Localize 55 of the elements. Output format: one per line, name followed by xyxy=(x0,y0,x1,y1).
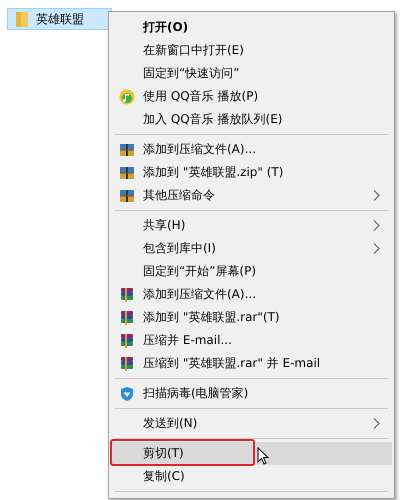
chevron-icon xyxy=(373,220,380,231)
menu-item-label: 添加到压缩文件(A)... xyxy=(143,141,256,158)
menu-item-label: 压缩到 "英雄联盟.rar" 并 E-mail xyxy=(143,355,320,372)
menu-item[interactable]: 其他压缩命令 xyxy=(111,184,392,207)
menu-item-label: 剪切(T) xyxy=(143,445,184,462)
menu-item[interactable]: 发送到(N) xyxy=(111,412,392,435)
archive-icon xyxy=(119,142,135,158)
menu-item-label: 共享(H) xyxy=(143,217,186,234)
menu-item[interactable]: 包含到库中(I) xyxy=(111,237,392,260)
menu-item[interactable]: 添加到压缩文件(A)... xyxy=(111,283,392,306)
menu-item-label: 复制(C) xyxy=(143,468,185,485)
books-stack-icon xyxy=(119,356,135,372)
menu-item-label: 添加到 "英雄联盟.zip" (T) xyxy=(143,164,284,181)
menu-item-label: 包含到库中(I) xyxy=(143,240,216,257)
menu-item[interactable]: 添加到 "英雄联盟.zip" (T) xyxy=(111,161,392,184)
menu-item[interactable]: 压缩到 "英雄联盟.rar" 并 E-mail xyxy=(111,352,392,375)
menu-item[interactable]: 添加到压缩文件(A)... xyxy=(111,138,392,161)
menu-item-label: 扫描病毒(电脑管家) xyxy=(143,385,248,402)
menu-item-label: 加入 QQ音乐 播放队列(E) xyxy=(143,111,282,128)
menu-item-label: 其他压缩命令 xyxy=(143,187,215,204)
menu-item[interactable]: 使用 QQ音乐 播放(P) xyxy=(111,85,392,108)
books-stack-icon xyxy=(119,310,135,326)
music-note-icon xyxy=(119,88,135,104)
menu-item-label: 添加到 "英雄联盟.rar"(T) xyxy=(143,309,280,326)
menu-item[interactable]: 固定到“开始”屏幕(P) xyxy=(111,260,392,283)
archive-icon xyxy=(119,164,135,180)
menu-item-label: 固定到“快速访问” xyxy=(143,65,240,82)
menu-item-label: 在新窗口中打开(E) xyxy=(143,42,244,59)
menu-item[interactable]: 打开(O) xyxy=(111,16,392,39)
books-stack-icon xyxy=(119,286,135,302)
folder-name: 英雄联盟 xyxy=(36,10,84,28)
menu-item[interactable]: 固定到“快速访问” xyxy=(111,62,392,85)
menu-item-label: 发送到(N) xyxy=(143,415,198,432)
chevron-icon xyxy=(373,243,380,254)
cursor-icon xyxy=(257,447,269,465)
shield-icon xyxy=(119,386,135,402)
menu-item-label: 使用 QQ音乐 播放(P) xyxy=(143,88,258,105)
archive-icon xyxy=(119,188,135,204)
folder-item[interactable]: 英雄联盟 xyxy=(7,8,112,30)
menu-item[interactable]: 加入 QQ音乐 播放队列(E) xyxy=(111,108,392,131)
menu-item-label: 压缩并 E-mail... xyxy=(143,332,232,349)
menu-item-label: 添加到压缩文件(A)... xyxy=(143,286,256,303)
chevron-icon xyxy=(373,190,380,201)
menu-item-label: 固定到“开始”屏幕(P) xyxy=(143,263,256,280)
folder-icon xyxy=(16,12,28,26)
menu-item[interactable]: 添加到 "英雄联盟.rar"(T) xyxy=(111,306,392,329)
menu-item[interactable]: 剪切(T) xyxy=(111,442,392,465)
books-stack-icon xyxy=(119,332,135,348)
menu-item-label: 打开(O) xyxy=(143,19,188,36)
menu-item[interactable]: 共享(H) xyxy=(111,214,392,237)
chevron-icon xyxy=(373,418,380,429)
menu-item[interactable]: 在新窗口中打开(E) xyxy=(111,39,392,62)
menu-item[interactable]: 扫描病毒(电脑管家) xyxy=(111,382,392,405)
menu-item[interactable]: 压缩并 E-mail... xyxy=(111,329,392,352)
menu-item[interactable]: 复制(C) xyxy=(111,465,392,488)
